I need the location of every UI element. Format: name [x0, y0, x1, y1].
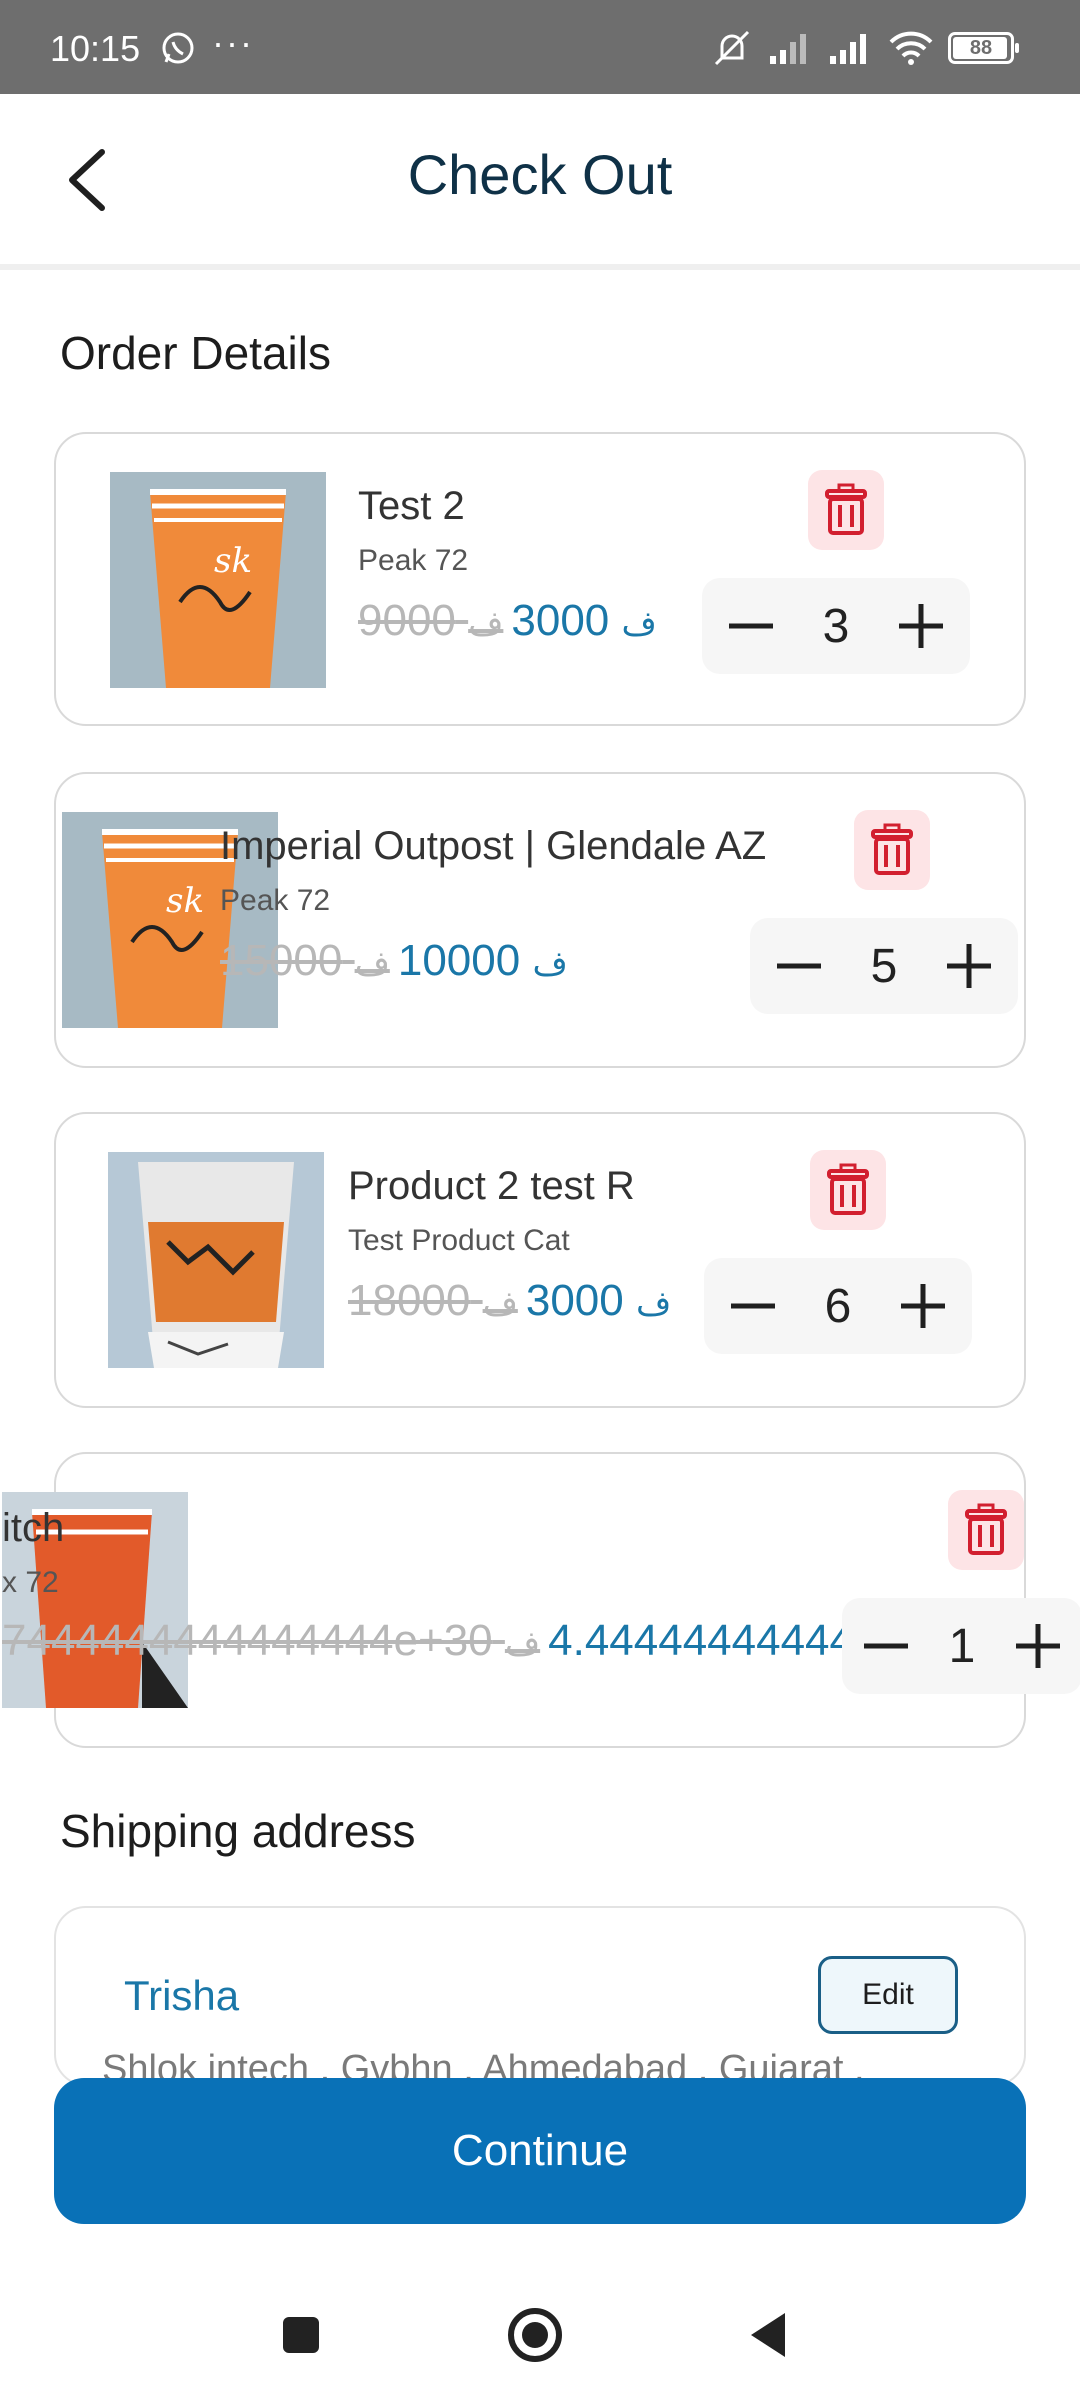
continue-button[interactable]: Continue	[54, 2078, 1026, 2224]
cart-item-card: sk Imperial Outpost | Glendale AZ Peak 7…	[54, 772, 1026, 1068]
svg-text:sk: sk	[214, 541, 252, 581]
whatsapp-icon	[162, 32, 194, 64]
page-title: Check Out	[407, 143, 673, 206]
product-name: Product 2 test R	[348, 1164, 635, 1208]
status-time: 10:15	[50, 28, 141, 69]
product-category: Peak 72	[358, 544, 469, 577]
edit-address-button[interactable]: Edit	[818, 1956, 958, 2034]
product-category: Peak 72	[220, 884, 331, 917]
product-name: itch	[2, 1506, 65, 1550]
product-price: 9000 ﻑ 3000 ﻑ	[358, 596, 657, 646]
new-price: 3000 ﻑ	[511, 596, 657, 645]
back-triangle-icon	[751, 2313, 785, 2357]
shipping-address-card: Trisha Edit Shlok intech , Gvbhn , Ahmed…	[54, 1906, 1026, 2086]
minus-icon[interactable]	[773, 940, 825, 992]
quantity-stepper: 6	[704, 1258, 972, 1354]
app-header: Check Out	[0, 94, 1080, 270]
cart-item-card: Product 2 test R Test Product Cat 18000 …	[54, 1112, 1026, 1408]
battery-level: 88	[969, 36, 993, 59]
quantity-value: 6	[824, 1279, 852, 1333]
plus-icon[interactable]	[897, 1280, 949, 1332]
battery-icon: 88	[948, 32, 1019, 64]
old-price: 7444444444444444e+30 ﻑ	[2, 1616, 541, 1665]
plus-icon[interactable]	[1012, 1620, 1064, 1672]
price-clip: 7444444444444444e+30 ﻑ 4.44444444444	[2, 1612, 842, 1676]
minus-icon[interactable]	[725, 600, 777, 652]
delete-button[interactable]	[808, 470, 884, 550]
home-circle-icon	[508, 2308, 562, 2362]
old-price: 18000 ﻑ	[348, 1276, 518, 1325]
shipping-address-title: Shipping address	[60, 1805, 416, 1857]
new-price: 10000 ﻑ	[397, 936, 568, 985]
product-price: 7444444444444444e+30 ﻑ 4.44444444444	[2, 1616, 842, 1666]
quantity-value: 5	[870, 939, 898, 993]
plus-icon[interactable]	[895, 600, 947, 652]
quantity-stepper: 3	[702, 578, 970, 674]
new-price: 3000 ﻑ	[525, 1276, 672, 1325]
trash-icon	[827, 1163, 869, 1215]
product-category: Test Product Cat	[348, 1224, 570, 1257]
cart-item-card: sk Test 2 Peak 72 9000 ﻑ 3000 ﻑ 3	[54, 432, 1026, 726]
product-category: x 72	[2, 1566, 59, 1599]
delete-button[interactable]	[948, 1490, 1024, 1570]
trash-icon	[965, 1503, 1007, 1555]
more-notifications-icon: ···	[212, 22, 254, 63]
old-price: 15000 ﻑ	[220, 936, 390, 985]
product-image	[108, 1152, 324, 1368]
minus-icon[interactable]	[860, 1620, 912, 1672]
square-icon	[283, 2317, 319, 2353]
order-details-title: Order Details	[60, 327, 331, 379]
product-name: Test 2	[358, 484, 465, 528]
signal-icon-1	[770, 34, 806, 64]
old-price: 9000 ﻑ	[358, 596, 504, 645]
system-nav-bar	[0, 2270, 1080, 2400]
trash-icon	[825, 483, 867, 535]
quantity-stepper: 1	[842, 1598, 1080, 1694]
svg-text:sk: sk	[166, 881, 204, 921]
new-price: 4.44444444444	[548, 1616, 842, 1665]
quantity-value: 1	[948, 1619, 976, 1673]
quantity-value: 3	[822, 599, 850, 653]
product-price: 18000 ﻑ 3000 ﻑ	[348, 1276, 671, 1326]
home-button[interactable]	[500, 2300, 570, 2370]
silent-icon	[714, 30, 750, 66]
product-image: sk	[110, 472, 326, 688]
recents-button[interactable]	[266, 2300, 336, 2370]
minus-icon[interactable]	[727, 1280, 779, 1332]
delete-button[interactable]	[810, 1150, 886, 1230]
product-name: Imperial Outpost | Glendale AZ	[220, 824, 767, 868]
plus-icon[interactable]	[943, 940, 995, 992]
back-nav-button[interactable]	[734, 2300, 804, 2370]
product-price: 15000 ﻑ 10000 ﻑ	[220, 936, 568, 986]
wifi-icon	[889, 31, 933, 65]
trash-icon	[871, 823, 913, 875]
cart-item-card: itch x 72 7444444444444444e+30 ﻑ 4.44444…	[2, 1452, 1080, 1748]
recipient-name: Trisha	[124, 1972, 240, 2019]
quantity-stepper: 5	[750, 918, 1018, 1014]
signal-icon-2	[830, 34, 866, 64]
status-bar: 10:15 ··· 88	[0, 0, 1080, 94]
delete-button[interactable]	[854, 810, 930, 890]
